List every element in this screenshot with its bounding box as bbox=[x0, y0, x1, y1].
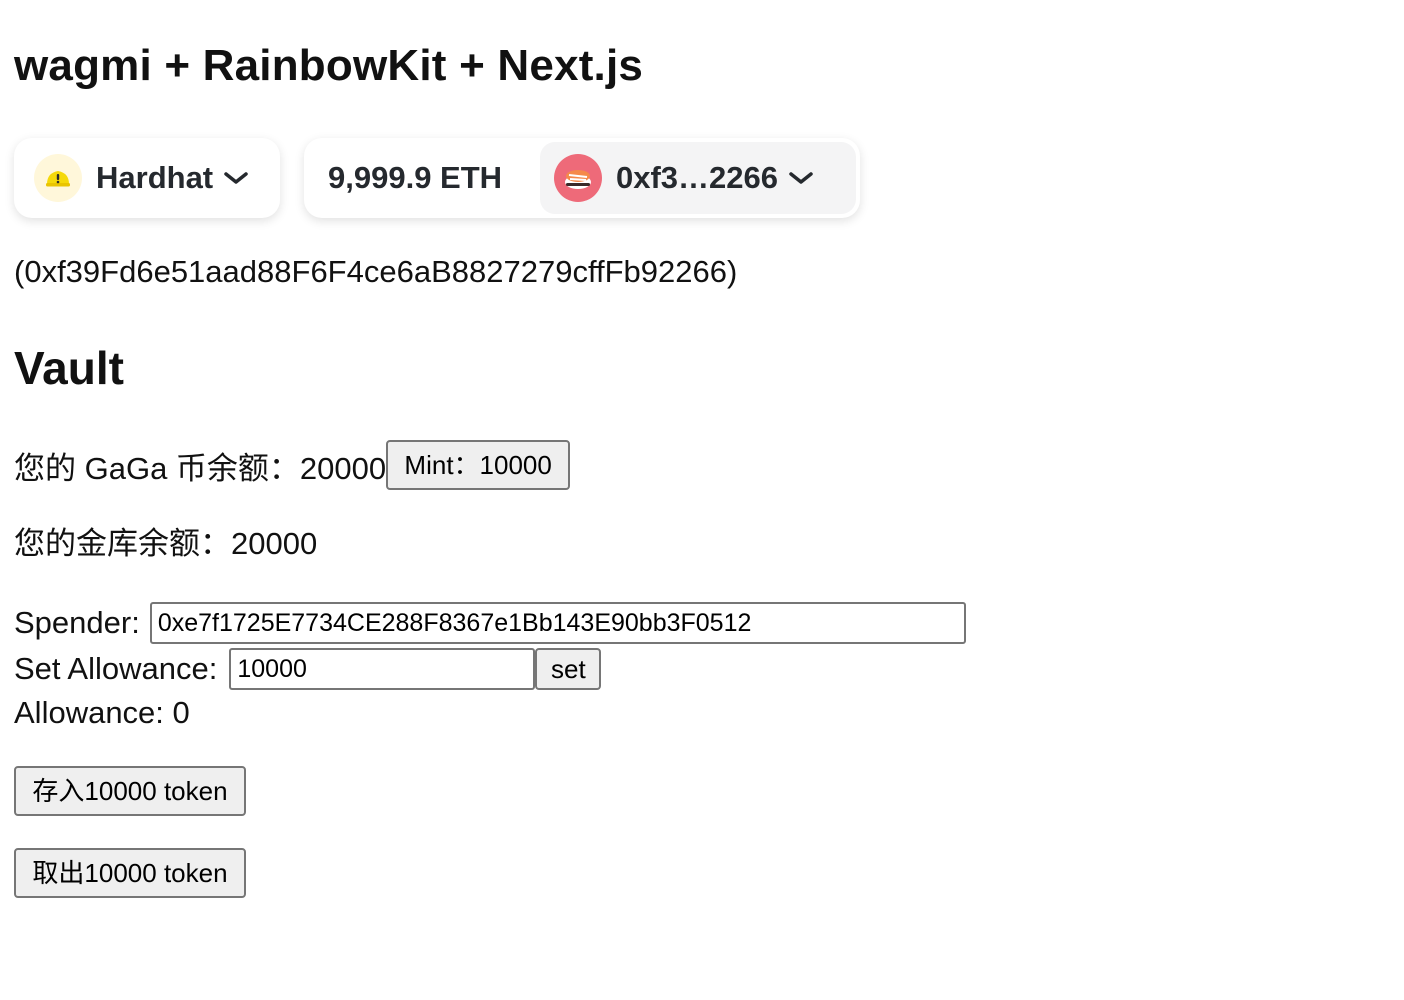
vault-title: Vault bbox=[14, 342, 124, 394]
eth-balance: 9,999.9 ETH bbox=[328, 160, 503, 195]
chain-selector-button[interactable]: Hardhat bbox=[14, 138, 280, 218]
spender-label: Spender: bbox=[14, 605, 140, 640]
chain-name: Hardhat bbox=[96, 160, 214, 195]
set-allowance-row: Set Allowance: set bbox=[14, 648, 602, 690]
mint-button[interactable]: Mint：10000 bbox=[386, 440, 571, 490]
page: wagmi + RainbowKit + Next.js Hardhat 9,9… bbox=[0, 0, 1404, 1000]
account-short-address: 0xf3…2266 bbox=[616, 160, 779, 195]
spender-input[interactable] bbox=[149, 602, 966, 644]
sushi-emoji-avatar-icon bbox=[554, 154, 602, 202]
gaga-balance-row: 您的 GaGa 币余额：20000 Mint：10000 bbox=[14, 440, 571, 490]
chevron-down-icon bbox=[788, 170, 814, 186]
withdraw-button[interactable]: 取出10000 token bbox=[14, 848, 246, 898]
allowance-readout: Allowance: 0 bbox=[14, 695, 190, 730]
allowance-input[interactable] bbox=[229, 648, 536, 690]
page-title: wagmi + RainbowKit + Next.js bbox=[14, 41, 644, 90]
account-button[interactable]: 9,999.9 ETH 0xf3…2266 bbox=[304, 138, 860, 218]
deposit-button[interactable]: 存入10000 token bbox=[14, 766, 246, 816]
gaga-balance-label: 您的 GaGa 币余额：20000 bbox=[14, 450, 387, 486]
full-account-address: (0xf39Fd6e51aad88F6F4ce6aB8827279cffFb92… bbox=[14, 254, 738, 289]
set-allowance-label: Set Allowance: bbox=[14, 651, 218, 686]
chevron-down-icon bbox=[223, 170, 249, 186]
set-allowance-button[interactable]: set bbox=[535, 648, 602, 690]
spender-row: Spender: bbox=[14, 602, 966, 644]
account-address-chip[interactable]: 0xf3…2266 bbox=[540, 142, 856, 214]
hardhat-icon bbox=[34, 154, 82, 202]
vault-balance-label: 您的金库余额：20000 bbox=[14, 526, 318, 561]
